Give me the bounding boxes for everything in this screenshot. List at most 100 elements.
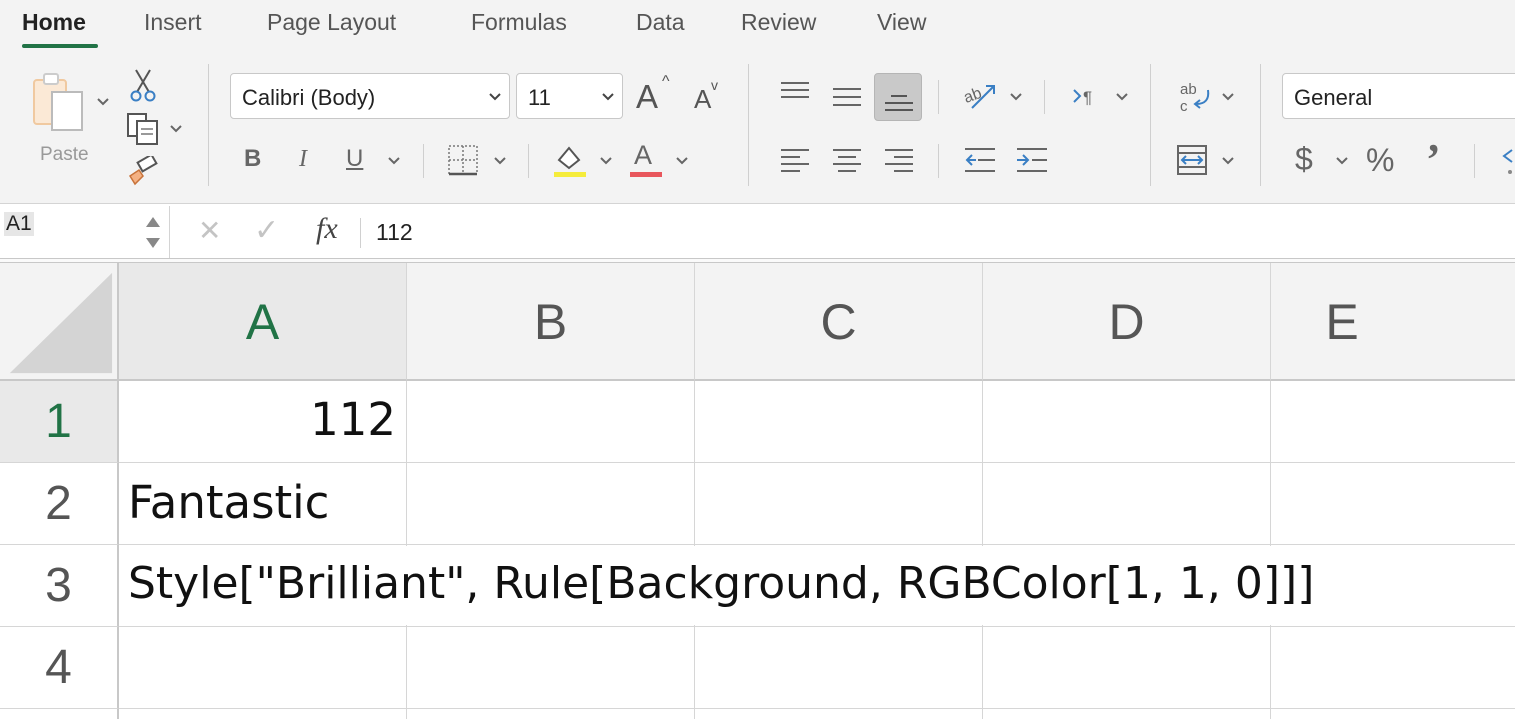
worksheet-grid: A B C D E 1 2 3 4 112 Fantastic Style["B… xyxy=(0,263,1515,719)
column-header-e[interactable]: E xyxy=(1271,263,1515,381)
align-top-icon[interactable] xyxy=(780,80,810,104)
currency-icon[interactable]: $ xyxy=(1295,143,1313,175)
group-separator xyxy=(423,144,424,178)
formula-bar: A1 ✕ ✓ fx 112 xyxy=(0,204,1515,260)
group-separator xyxy=(1044,80,1045,114)
row-header-2[interactable]: 2 xyxy=(0,463,119,545)
row-header-4[interactable]: 4 xyxy=(0,627,119,709)
italic-button[interactable]: I xyxy=(299,147,307,171)
font-color-swatch xyxy=(630,172,662,177)
gridline xyxy=(119,626,1515,627)
group-separator xyxy=(208,64,209,186)
align-center-icon[interactable] xyxy=(832,147,862,173)
copy-dropdown-chevron-icon[interactable] xyxy=(170,125,182,133)
font-color-icon[interactable]: A xyxy=(634,142,652,169)
increase-indent-icon[interactable] xyxy=(1016,147,1048,173)
tab-review[interactable]: Review xyxy=(741,9,816,36)
fill-color-icon[interactable] xyxy=(553,144,587,178)
align-right-icon[interactable] xyxy=(884,147,914,173)
cell-a3-value: Style["Brilliant", Rule[Background, RGBC… xyxy=(128,558,1315,609)
cell-a1[interactable]: 112 xyxy=(120,381,406,462)
chevron-down-icon xyxy=(602,93,614,101)
formula-divider xyxy=(360,218,361,248)
merge-icon[interactable] xyxy=(1176,144,1208,176)
name-box[interactable]: A1 xyxy=(0,206,170,258)
wrap-text-icon[interactable]: ab c xyxy=(1178,80,1212,114)
column-header-a[interactable]: A xyxy=(119,263,407,381)
group-separator xyxy=(938,80,939,114)
group-separator xyxy=(1150,64,1151,186)
font-color-dropdown-chevron-icon[interactable] xyxy=(676,157,688,165)
orientation-dropdown-chevron-icon[interactable] xyxy=(1010,93,1022,101)
underline-button[interactable]: U xyxy=(346,147,363,171)
bold-button[interactable]: B xyxy=(244,147,261,171)
align-bottom-icon xyxy=(884,90,914,114)
orientation-icon[interactable]: ab xyxy=(962,80,998,112)
increase-font-size-icon[interactable]: A xyxy=(636,80,658,113)
cell-a2-value: Fantastic xyxy=(128,476,330,529)
decrease-caret-icon: v xyxy=(711,77,718,93)
borders-dropdown-chevron-icon[interactable] xyxy=(494,157,506,165)
row-header-3[interactable]: 3 xyxy=(0,545,119,627)
svg-text:ab: ab xyxy=(1180,81,1197,98)
group-separator xyxy=(1260,64,1261,186)
decrease-decimal-icon[interactable] xyxy=(1500,146,1515,176)
underline-dropdown-chevron-icon[interactable] xyxy=(388,157,400,165)
group-separator xyxy=(748,64,749,186)
svg-text:¶: ¶ xyxy=(1083,88,1092,107)
text-direction-icon[interactable]: ¶ xyxy=(1072,84,1102,108)
align-left-icon[interactable] xyxy=(780,147,810,173)
cell-a1-value: 112 xyxy=(310,393,396,446)
column-header-b[interactable]: B xyxy=(407,263,695,381)
number-format-select[interactable]: General xyxy=(1282,73,1515,119)
svg-text:ab: ab xyxy=(962,85,984,107)
borders-icon[interactable] xyxy=(447,144,479,176)
font-size-select[interactable]: 11 xyxy=(516,73,623,119)
row-header-1[interactable]: 1 xyxy=(0,381,119,463)
chevron-down-icon xyxy=(489,93,501,101)
tab-view[interactable]: View xyxy=(877,9,926,36)
active-tab-indicator xyxy=(22,44,98,48)
tab-data[interactable]: Data xyxy=(636,9,685,36)
cell-a3[interactable]: Style["Brilliant", Rule[Background, RGBC… xyxy=(120,545,1314,626)
paste-dropdown-chevron-icon[interactable] xyxy=(97,98,109,106)
align-bottom-button[interactable] xyxy=(874,73,922,121)
paste-label[interactable]: Paste xyxy=(40,144,89,166)
comma-style-icon[interactable]: ’ xyxy=(1426,138,1441,182)
select-all-corner[interactable] xyxy=(0,263,119,381)
currency-dropdown-chevron-icon[interactable] xyxy=(1336,157,1348,165)
cancel-edit-icon[interactable]: ✕ xyxy=(198,217,221,245)
confirm-edit-icon[interactable]: ✓ xyxy=(254,216,279,246)
merge-dropdown-chevron-icon[interactable] xyxy=(1222,157,1234,165)
name-box-up-icon[interactable] xyxy=(144,215,162,229)
percent-icon[interactable]: % xyxy=(1366,144,1394,176)
wrap-text-dropdown-chevron-icon[interactable] xyxy=(1222,93,1234,101)
column-header-c[interactable]: C xyxy=(695,263,983,381)
font-name-select[interactable]: Calibri (Body) xyxy=(230,73,510,119)
ribbon-tabs: Home Insert Page Layout Formulas Data Re… xyxy=(0,0,1515,52)
font-name-value: Calibri (Body) xyxy=(242,85,376,110)
tab-page-layout[interactable]: Page Layout xyxy=(267,9,396,36)
name-box-value[interactable]: A1 xyxy=(4,212,34,236)
text-direction-dropdown-chevron-icon[interactable] xyxy=(1116,93,1128,101)
name-box-down-icon[interactable] xyxy=(144,236,162,250)
increase-caret-icon: ^ xyxy=(662,73,670,90)
decrease-indent-icon[interactable] xyxy=(964,147,996,173)
tab-home[interactable]: Home xyxy=(22,9,86,36)
copy-icon[interactable] xyxy=(126,112,160,146)
insert-function-icon[interactable]: fx xyxy=(316,214,338,244)
formula-input[interactable]: 112 xyxy=(376,219,413,246)
cut-icon[interactable] xyxy=(130,68,156,102)
row-header-5[interactable] xyxy=(0,709,119,719)
decrease-font-size-icon[interactable]: A xyxy=(694,86,711,112)
tab-formulas[interactable]: Formulas xyxy=(471,9,567,36)
tab-insert[interactable]: Insert xyxy=(144,9,202,36)
svg-text:c: c xyxy=(1180,98,1188,114)
format-painter-icon[interactable] xyxy=(127,156,159,186)
align-middle-icon[interactable] xyxy=(832,86,862,108)
paste-icon[interactable] xyxy=(30,72,86,134)
cell-a2[interactable]: Fantastic xyxy=(120,463,406,544)
group-separator xyxy=(528,144,529,178)
fill-color-dropdown-chevron-icon[interactable] xyxy=(600,157,612,165)
column-header-d[interactable]: D xyxy=(983,263,1271,381)
